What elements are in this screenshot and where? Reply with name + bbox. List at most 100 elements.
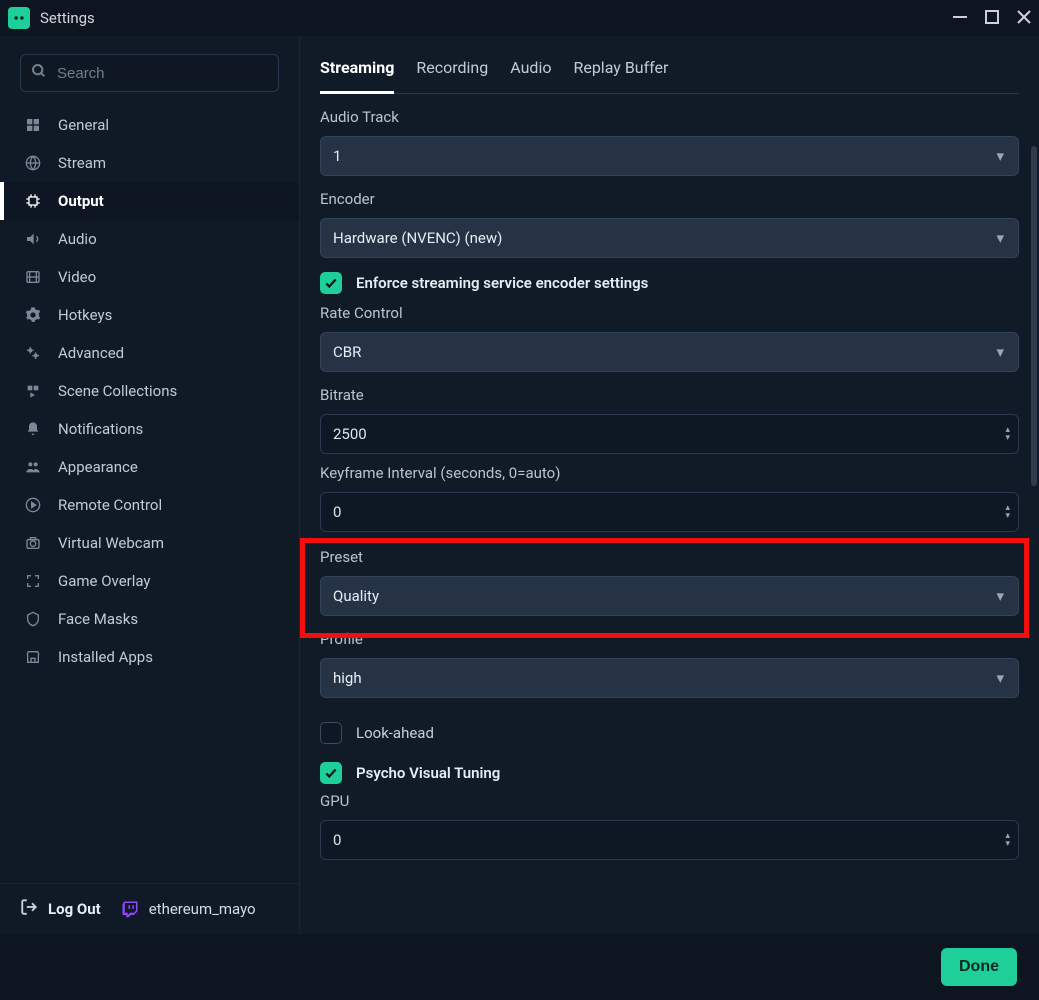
- profile-label: Profile: [320, 630, 1019, 648]
- chevron-down-icon: ▾: [996, 229, 1004, 247]
- tab-audio[interactable]: Audio: [510, 58, 551, 93]
- sidebar-footer: Log Out ethereum_mayo: [0, 883, 299, 934]
- sidebar-item-label: Appearance: [58, 458, 138, 476]
- shield-icon: [22, 611, 44, 627]
- audio-track-value: 1: [333, 147, 341, 165]
- lookahead-label: Look-ahead: [356, 724, 434, 742]
- sidebar-item-label: Hotkeys: [58, 306, 112, 324]
- titlebar: Settings: [0, 0, 1039, 36]
- rate-control-select[interactable]: CBR ▾: [320, 332, 1019, 372]
- done-button[interactable]: Done: [941, 948, 1017, 986]
- profile-select[interactable]: high ▾: [320, 658, 1019, 698]
- rate-control-value: CBR: [333, 343, 361, 361]
- encoder-select[interactable]: Hardware (NVENC) (new) ▾: [320, 218, 1019, 258]
- sidebar-item-hotkeys[interactable]: Hotkeys: [0, 296, 299, 334]
- logout-icon: [20, 898, 38, 920]
- sidebar-item-label: Advanced: [58, 344, 124, 362]
- sidebar-item-remote-control[interactable]: Remote Control: [0, 486, 299, 524]
- scrollbar[interactable]: [1031, 146, 1037, 486]
- audio-track-select[interactable]: 1 ▾: [320, 136, 1019, 176]
- preset-select[interactable]: Quality ▾: [320, 576, 1019, 616]
- people-icon: [22, 459, 44, 475]
- keyframe-label: Keyframe Interval (seconds, 0=auto): [320, 464, 1019, 482]
- gear-icon: [22, 307, 44, 323]
- tab-replay-buffer[interactable]: Replay Buffer: [573, 58, 668, 93]
- bitrate-label: Bitrate: [320, 386, 1019, 404]
- psycho-checkbox[interactable]: [320, 762, 342, 784]
- chevron-down-icon: ▾: [996, 669, 1004, 687]
- preset-label: Preset: [320, 548, 1019, 566]
- number-spinner-icon[interactable]: ▴▾: [1005, 832, 1010, 848]
- sidebar-item-scene-collections[interactable]: Scene Collections: [0, 372, 299, 410]
- film-icon: [22, 269, 44, 285]
- app-logo-icon: [8, 7, 30, 29]
- enforce-checkbox[interactable]: [320, 272, 342, 294]
- encoder-value: Hardware (NVENC) (new): [333, 229, 502, 247]
- main-content: Streaming Recording Audio Replay Buffer Aud…: [300, 36, 1039, 934]
- chevron-down-icon: ▾: [996, 147, 1004, 165]
- tab-streaming[interactable]: Streaming: [320, 58, 394, 93]
- sidebar-item-audio[interactable]: Audio: [0, 220, 299, 258]
- number-spinner-icon[interactable]: ▴▾: [1005, 426, 1010, 442]
- bitrate-input[interactable]: 2500 ▴▾: [320, 414, 1019, 454]
- minimize-button[interactable]: [953, 9, 967, 28]
- camera-icon: [22, 535, 44, 551]
- sidebar-item-virtual-webcam[interactable]: Virtual Webcam: [0, 524, 299, 562]
- gpu-label: GPU: [320, 792, 1019, 810]
- sidebar-item-general[interactable]: General: [0, 106, 299, 144]
- sidebar-item-label: Stream: [58, 154, 106, 172]
- search-input-wrap[interactable]: [20, 54, 279, 92]
- lookahead-checkbox[interactable]: [320, 722, 342, 744]
- sidebar-item-label: Face Masks: [58, 610, 138, 628]
- sidebar-item-game-overlay[interactable]: Game Overlay: [0, 562, 299, 600]
- output-tabs: Streaming Recording Audio Replay Buffer: [320, 36, 1019, 94]
- sidebar-item-appearance[interactable]: Appearance: [0, 448, 299, 486]
- bitrate-value: 2500: [333, 425, 367, 443]
- sidebar-item-video[interactable]: Video: [0, 258, 299, 296]
- footer: Done: [0, 934, 1039, 1000]
- search-input[interactable]: [57, 65, 268, 82]
- sidebar-item-label: Video: [58, 268, 96, 286]
- keyframe-value: 0: [333, 503, 341, 521]
- chevron-down-icon: ▾: [996, 587, 1004, 605]
- audio-track-label: Audio Track: [320, 108, 1019, 126]
- window-title: Settings: [40, 9, 95, 27]
- close-button[interactable]: [1017, 9, 1031, 28]
- gpu-value: 0: [333, 831, 341, 849]
- keyframe-input[interactable]: 0 ▴▾: [320, 492, 1019, 532]
- sidebar-item-output[interactable]: Output: [0, 182, 299, 220]
- bell-icon: [22, 421, 44, 437]
- sidebar-item-advanced[interactable]: Advanced: [0, 334, 299, 372]
- rate-control-label: Rate Control: [320, 304, 1019, 322]
- grid-icon: [22, 117, 44, 133]
- gears-icon: [22, 345, 44, 361]
- sidebar-item-face-masks[interactable]: Face Masks: [0, 600, 299, 638]
- psycho-label: Psycho Visual Tuning: [356, 764, 500, 782]
- twitch-icon: [121, 900, 139, 918]
- sidebar-item-label: General: [58, 116, 109, 134]
- chip-icon: [22, 193, 44, 209]
- profile-value: high: [333, 669, 362, 687]
- sidebar-nav: General Stream Output Audio Video Hotkeys Adva…: [0, 106, 299, 883]
- logout-button[interactable]: Log Out: [48, 900, 101, 918]
- expand-icon: [22, 573, 44, 589]
- play-icon: [22, 383, 44, 399]
- maximize-button[interactable]: [985, 9, 999, 28]
- sidebar-item-label: Installed Apps: [58, 648, 153, 666]
- sidebar-item-installed-apps[interactable]: Installed Apps: [0, 638, 299, 676]
- encoder-label: Encoder: [320, 190, 1019, 208]
- gpu-input[interactable]: 0 ▴▾: [320, 820, 1019, 860]
- sidebar-item-notifications[interactable]: Notifications: [0, 410, 299, 448]
- chevron-down-icon: ▾: [996, 343, 1004, 361]
- tab-recording[interactable]: Recording: [416, 58, 488, 93]
- shop-icon: [22, 649, 44, 665]
- sidebar-item-label: Notifications: [58, 420, 143, 438]
- sidebar-item-stream[interactable]: Stream: [0, 144, 299, 182]
- number-spinner-icon[interactable]: ▴▾: [1005, 504, 1010, 520]
- sidebar-item-label: Virtual Webcam: [58, 534, 164, 552]
- circle-play-icon: [22, 497, 44, 513]
- speaker-icon: [22, 231, 44, 247]
- globe-icon: [22, 155, 44, 171]
- sidebar-item-label: Output: [58, 192, 104, 210]
- username-label[interactable]: ethereum_mayo: [149, 900, 256, 918]
